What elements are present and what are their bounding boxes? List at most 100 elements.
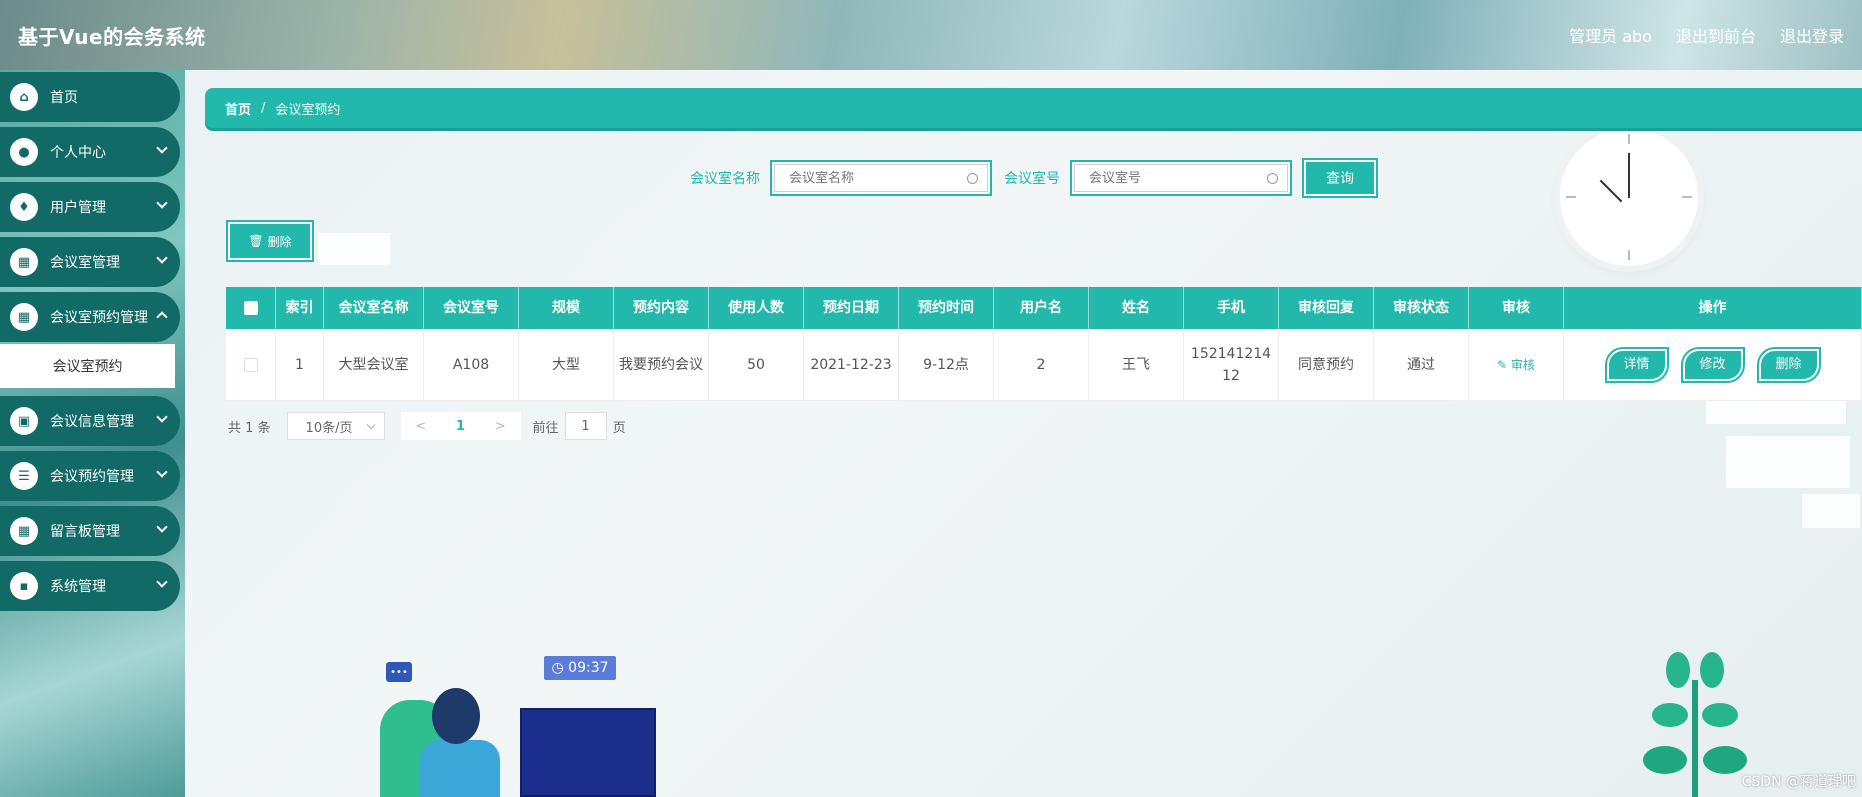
chevron-down-icon: [156, 576, 168, 588]
cell-audit: ✎ 审核: [1469, 329, 1564, 400]
home-icon: ⌂: [10, 83, 38, 111]
edit-pen-icon: ✎: [1497, 357, 1511, 372]
cell-room-no: A108: [424, 329, 519, 400]
sidebar-item-label: 会议室管理: [50, 255, 120, 271]
page-size-select[interactable]: 10条/页: [286, 412, 385, 440]
query-button[interactable]: 查询: [1302, 158, 1378, 198]
person-head-illustration: [432, 688, 480, 744]
delete-button[interactable]: 删除: [1756, 346, 1821, 383]
goto-page-input[interactable]: 1: [564, 412, 607, 440]
edit-button[interactable]: 修改: [1680, 346, 1745, 383]
breadcrumb-home[interactable]: 首页: [225, 99, 251, 118]
clipboard-icon: ▣: [10, 407, 38, 435]
batch-delete-button[interactable]: 🗑 删除: [226, 220, 314, 262]
select-all-checkbox[interactable]: [243, 301, 258, 315]
user-icon: ●: [10, 138, 38, 166]
sidebar-item-label: 首页: [50, 90, 78, 106]
sidebar-item-label: 会议室预约管理: [50, 310, 148, 326]
cell-status: 通过: [1374, 329, 1469, 400]
sidebar-item-meeting-info-management[interactable]: ▣ 会议信息管理: [0, 396, 180, 446]
cell-content: 我要预约会议: [614, 329, 709, 400]
search-icon: [1267, 173, 1278, 184]
app-title: 基于Vue的会务系统: [18, 24, 206, 49]
watermark: CSDN @蒋道理吧: [1741, 774, 1856, 790]
chat-bubble-icon: •••: [386, 662, 412, 682]
column-header: 索引: [276, 287, 324, 329]
sidebar-item-label: 个人中心: [50, 145, 106, 161]
chevron-down-icon: [366, 420, 375, 430]
sidebar-item-home[interactable]: ⌂ 首页: [0, 72, 180, 122]
chevron-down-icon: [156, 466, 168, 478]
grid-icon: ▦: [10, 517, 38, 545]
pagination: 共 1 条 10条/页 < 1 > 前往 1 页: [228, 412, 626, 440]
cell-username: 2: [994, 329, 1089, 400]
prev-page-icon[interactable]: <: [415, 419, 426, 434]
batch-delete-label: 删除: [267, 234, 292, 249]
plant-leaf: [1652, 703, 1688, 727]
column-header: 会议室号: [424, 287, 519, 329]
plant-illustration: [1643, 652, 1747, 797]
sidebar: ⌂ 首页 ● 个人中心 ♦ 用户管理 ▦ 会议室管理 ▦ 会议室预约管理 会议室…: [0, 70, 185, 797]
plant-leaf: [1700, 652, 1724, 688]
column-header: 使用人数: [709, 287, 804, 329]
cell-time: 9-12点: [899, 329, 994, 400]
cell-reply: 同意预约: [1279, 329, 1374, 400]
logout-link[interactable]: 退出登录: [1780, 23, 1844, 47]
exit-to-front-link[interactable]: 退出到前台: [1676, 23, 1756, 47]
sidebar-item-system-management[interactable]: ▪ 系统管理: [0, 561, 180, 611]
sidebar-item-label: 系统管理: [50, 579, 106, 595]
column-header: 会议室名称: [324, 287, 424, 329]
sidebar-item-message-board-management[interactable]: ▦ 留言板管理: [0, 506, 180, 556]
page-nav: < 1 >: [400, 412, 521, 440]
search-icon: [967, 173, 978, 184]
cell-phone: 15214121412: [1184, 329, 1279, 400]
clock-hand: [1628, 153, 1630, 198]
chevron-down-icon: [156, 411, 168, 423]
breadcrumb: 首页 / 会议室预约: [205, 88, 1862, 128]
goto-prefix: 前往: [532, 420, 559, 436]
time-badge-value: 09:37: [568, 660, 609, 676]
sidebar-item-room-management[interactable]: ▦ 会议室管理: [0, 237, 180, 287]
search-bar: 会议室名称 会议室号 查询: [690, 158, 1378, 198]
briefcase-icon: ▪: [10, 572, 38, 600]
chevron-down-icon: [156, 521, 168, 533]
monitor-illustration: [520, 708, 656, 797]
wall-clock-illustration: [1560, 128, 1698, 266]
person-illustration: [420, 740, 500, 797]
chevron-down-icon: [156, 197, 168, 209]
room-no-input[interactable]: [1074, 164, 1288, 192]
sidebar-item-label: 会议信息管理: [50, 414, 134, 430]
audit-label: 审核: [1510, 357, 1535, 372]
admin-label: 管理员 abo: [1569, 27, 1652, 46]
sidebar-item-meeting-booking-management[interactable]: ☰ 会议预约管理: [0, 451, 180, 501]
decorative-block: [1726, 436, 1850, 488]
column-header: 用户名: [994, 287, 1089, 329]
detail-button[interactable]: 详情: [1604, 346, 1669, 383]
row-checkbox-cell: [226, 329, 276, 400]
room-name-input[interactable]: [774, 164, 988, 192]
sidebar-item-personal-center[interactable]: ● 个人中心: [0, 127, 180, 177]
audit-link[interactable]: ✎ 审核: [1497, 354, 1535, 376]
row-checkbox[interactable]: [243, 357, 258, 372]
cell-date: 2021-12-23: [804, 329, 899, 400]
clock-tick: [1628, 250, 1630, 260]
sidebar-item-user-management[interactable]: ♦ 用户管理: [0, 182, 180, 232]
sidebar-subitem-room-booking[interactable]: 会议室预约: [0, 344, 175, 388]
column-header: 手机: [1184, 287, 1279, 329]
header-actions: 管理员 abo 退出到前台 退出登录: [1569, 23, 1844, 47]
plant-stem: [1692, 680, 1698, 797]
time-badge: ◷ 09:37: [544, 656, 616, 680]
chevron-down-icon: [156, 142, 168, 154]
plant-leaf: [1643, 746, 1687, 774]
booking-table: 索引 会议室名称 会议室号 规模 预约内容 使用人数 预约日期 预约时间 用户名…: [226, 287, 1862, 401]
column-header: 预约时间: [899, 287, 994, 329]
sidebar-item-room-booking-management[interactable]: ▦ 会议室预约管理: [0, 292, 180, 342]
cell-name: 王飞: [1089, 329, 1184, 400]
room-name-label: 会议室名称: [690, 171, 760, 187]
column-header: 审核回复: [1279, 287, 1374, 329]
sidebar-item-label: 会议预约管理: [50, 469, 134, 485]
room-no-input-wrapper: [1070, 160, 1292, 196]
current-page[interactable]: 1: [456, 419, 465, 434]
next-page-icon[interactable]: >: [495, 419, 506, 434]
cell-room-name: 大型会议室: [324, 329, 424, 400]
